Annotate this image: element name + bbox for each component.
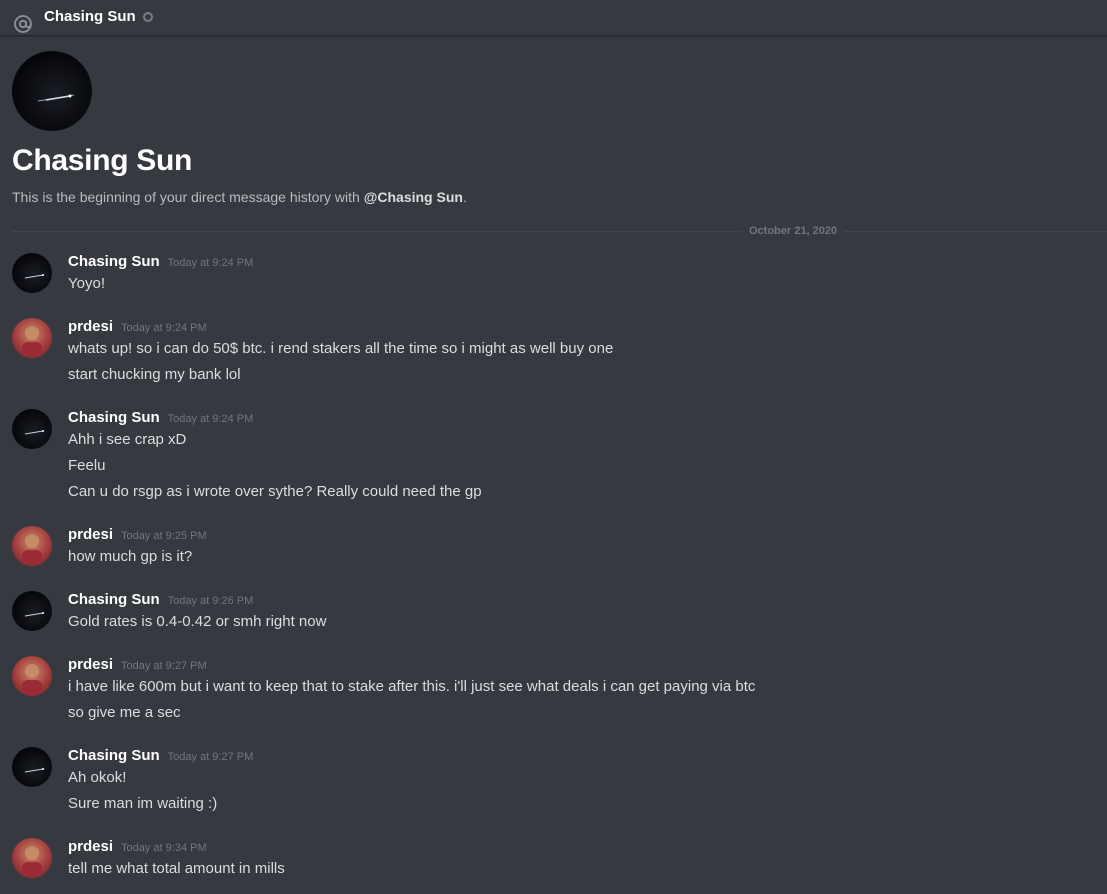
user-mention[interactable]: @Chasing Sun: [364, 189, 463, 205]
at-sign-icon: [12, 13, 34, 35]
message-author[interactable]: prdesi Today at 9:34 PM: [68, 837, 207, 858]
message-text: so give me a sec: [68, 704, 181, 721]
user-avatar[interactable]: [12, 526, 52, 566]
date-divider-label: October 21, 2020: [742, 224, 845, 238]
message-text: Yoyo!: [68, 275, 105, 292]
message-text: tell me what total amount in mills: [68, 860, 285, 877]
message-text: Gold rates is 0.4-0.42 or smh right now: [68, 613, 327, 630]
message-text: Ah okok!: [68, 769, 127, 786]
message-text: start chucking my bank lol: [68, 366, 241, 383]
message-text: how much gp is it?: [68, 548, 193, 565]
message-timestamp: Today at 9:24 PM: [121, 322, 207, 334]
message-text: i have like 600m but i want to keep that…: [68, 678, 756, 695]
channel-header: Chasing Sun: [0, 0, 1107, 36]
user-avatar[interactable]: [12, 838, 52, 878]
message-author[interactable]: prdesi Today at 9:24 PM: [68, 317, 207, 338]
message-text: whats up! so i can do 50$ btc. i rend st…: [68, 340, 614, 357]
profile-avatar[interactable]: [12, 51, 92, 131]
offline-status-icon: [142, 11, 153, 22]
history-intro-text: This is the beginning of your direct mes…: [12, 189, 467, 205]
user-avatar[interactable]: [12, 318, 52, 358]
message-author[interactable]: prdesi Today at 9:27 PM: [68, 655, 207, 676]
message-author[interactable]: Chasing Sun Today at 9:27 PM: [68, 746, 253, 767]
profile-title: Chasing Sun: [12, 144, 193, 177]
message-timestamp: Today at 9:27 PM: [167, 751, 254, 763]
user-avatar[interactable]: [12, 591, 52, 631]
message-timestamp: Today at 9:24 PM: [167, 257, 254, 269]
user-avatar[interactable]: [12, 656, 52, 696]
user-avatar[interactable]: [12, 409, 52, 449]
message-timestamp: Today at 9:27 PM: [121, 660, 207, 672]
message-author[interactable]: Chasing Sun Today at 9:24 PM: [68, 252, 253, 273]
message-timestamp: Today at 9:24 PM: [167, 413, 254, 425]
channel-name: Chasing Sun: [44, 7, 136, 25]
message-text: Sure man im waiting :): [68, 795, 218, 812]
message-text: Feelu: [68, 457, 106, 474]
message-author[interactable]: Chasing Sun Today at 9:24 PM: [68, 408, 253, 429]
message-author[interactable]: prdesi Today at 9:25 PM: [68, 525, 207, 546]
message-timestamp: Today at 9:26 PM: [167, 595, 254, 607]
date-divider: [12, 231, 1107, 232]
message-author[interactable]: Chasing Sun Today at 9:26 PM: [68, 590, 253, 611]
message-text: Ahh i see crap xD: [68, 431, 187, 448]
message-text: Can u do rsgp as i wrote over sythe? Rea…: [68, 483, 482, 500]
user-avatar[interactable]: [12, 747, 52, 787]
message-timestamp: Today at 9:34 PM: [121, 842, 207, 854]
message-timestamp: Today at 9:25 PM: [121, 530, 207, 542]
user-avatar[interactable]: [12, 253, 52, 293]
